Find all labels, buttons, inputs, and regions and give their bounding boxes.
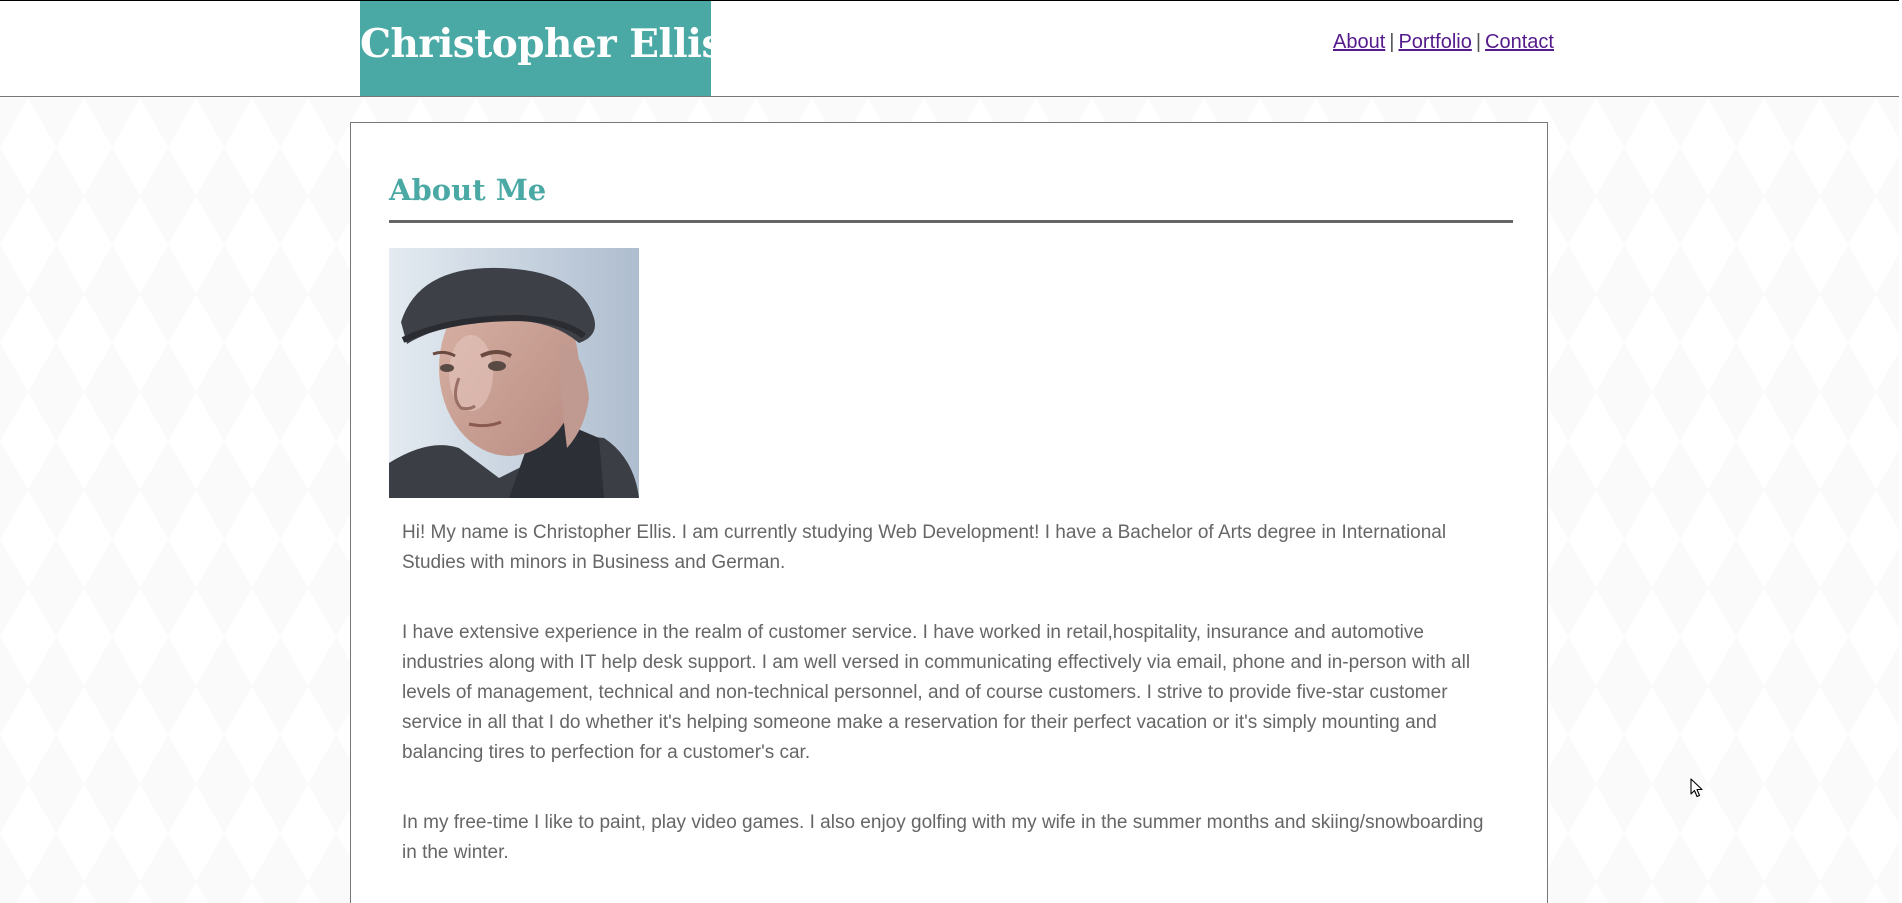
- nav-separator: |: [1475, 31, 1482, 53]
- profile-photo: [389, 248, 639, 498]
- site-title: Christopher Ellis: [360, 1, 711, 96]
- nav-link-portfolio[interactable]: Portfolio: [1398, 31, 1471, 53]
- about-section: About Me Hi! My name is Christopher Elli…: [350, 122, 1548, 903]
- heading-divider: [389, 220, 1513, 223]
- main-nav: About | Portfolio | Contact: [1333, 31, 1554, 54]
- nav-link-contact[interactable]: Contact: [1485, 31, 1554, 53]
- hobbies-paragraph: In my free-time I like to paint, play vi…: [402, 812, 1484, 863]
- site-header: Christopher Ellis About | Portfolio | Contac…: [0, 0, 1901, 97]
- mouse-pointer-icon: [1690, 778, 1704, 798]
- nav-separator: |: [1389, 31, 1395, 53]
- section-heading: About Me: [389, 173, 547, 207]
- experience-paragraph: I have extensive experience in the realm…: [402, 622, 1471, 763]
- nav-link-about[interactable]: About: [1333, 31, 1385, 53]
- intro-paragraph: Hi! My name is Christopher Ellis. I am c…: [402, 522, 1447, 573]
